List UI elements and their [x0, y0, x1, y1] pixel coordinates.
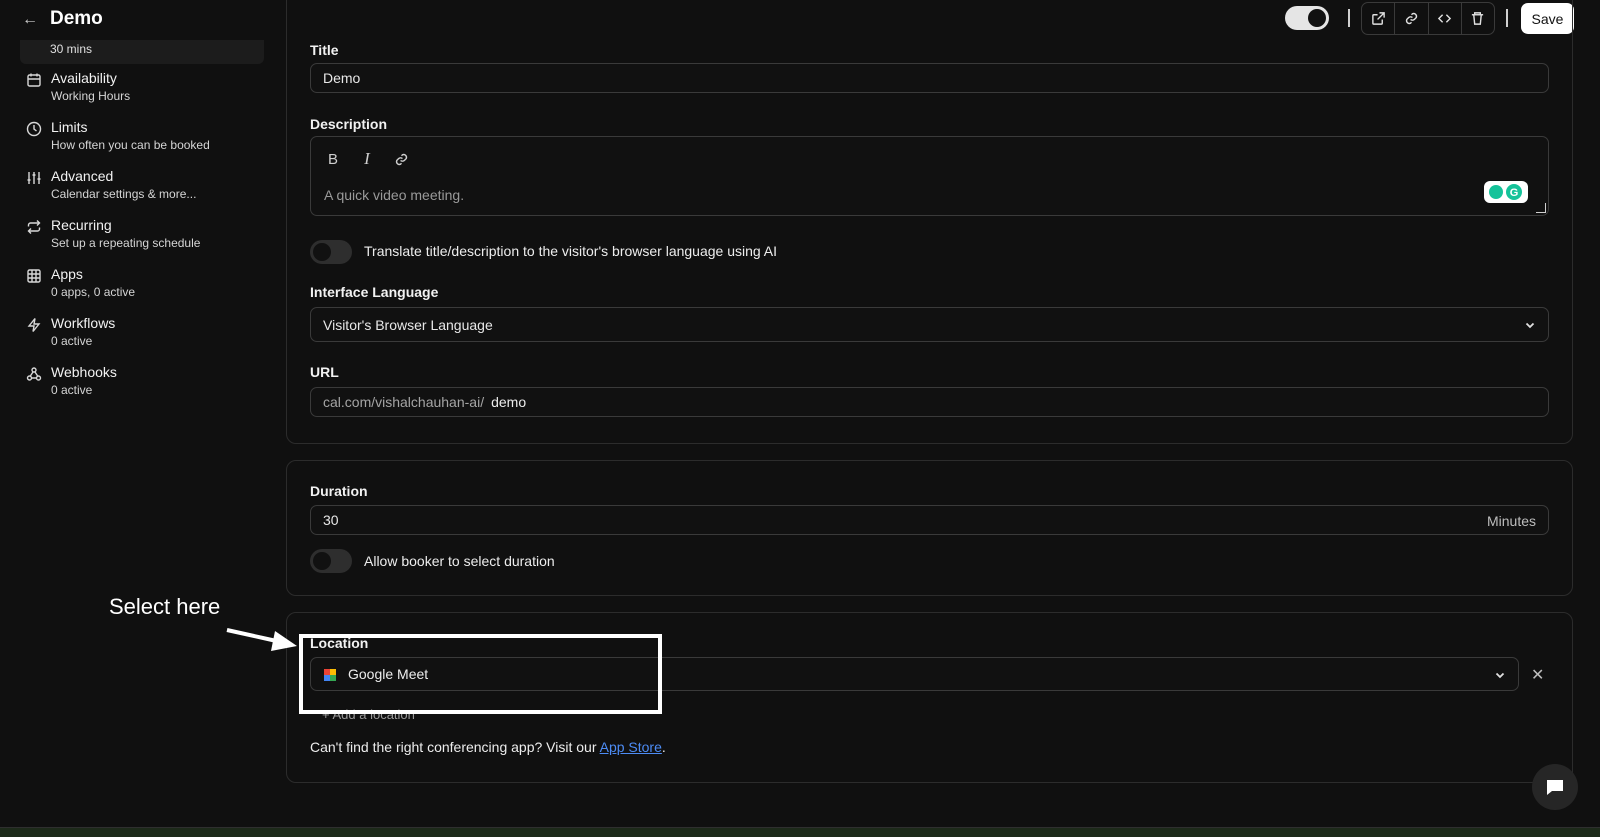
close-icon[interactable]: ✕ [1531, 665, 1544, 685]
zap-icon [27, 318, 41, 332]
interface-language-label: Interface Language [310, 284, 439, 300]
italic-icon[interactable]: I [357, 149, 377, 169]
page-title: Demo [50, 8, 103, 29]
sidebar-item-sub: How often you can be booked [51, 138, 210, 152]
title-input-value: Demo [323, 70, 361, 86]
sidebar-item-workflows[interactable]: Workflows 0 active [26, 315, 266, 355]
svg-text:G: G [1510, 187, 1519, 199]
help-text-end: . [661, 739, 666, 755]
translate-toggle[interactable] [310, 240, 352, 264]
conferencing-help-text: Can't find the right conferencing app? V… [310, 739, 666, 755]
chat-support-button[interactable] [1532, 764, 1578, 810]
sidebar-item-label: Availability [51, 70, 117, 86]
sidebar-item-apps[interactable]: Apps 0 apps, 0 active [26, 266, 266, 306]
description-placeholder: A quick video meeting. [324, 187, 465, 203]
sidebar-item-sub: 0 apps, 0 active [51, 285, 136, 299]
duration-input[interactable]: 30 Minutes [310, 505, 1549, 535]
sidebar-item-sub: 0 active [51, 334, 93, 348]
sidebar-item-advanced[interactable]: Advanced Calendar settings & more... [26, 168, 266, 208]
duration-value: 30 [323, 512, 339, 528]
sidebar-item-sub: Set up a repeating schedule [51, 236, 201, 250]
sidebar-item-availability[interactable]: Availability Working Hours [26, 70, 266, 110]
interface-language-select[interactable]: Visitor's Browser Language [310, 307, 1549, 342]
link-icon[interactable] [391, 149, 411, 169]
annotation-arrow-icon [226, 628, 297, 651]
os-taskbar [0, 827, 1600, 837]
bold-icon[interactable]: B [323, 149, 343, 169]
sliders-icon [27, 172, 41, 184]
grammarly-icon[interactable]: G [1484, 181, 1528, 203]
calendar-icon [27, 73, 41, 87]
sidebar-item-sub: Working Hours [51, 89, 131, 103]
sidebar-item-label: Apps [51, 266, 83, 282]
url-slug: demo [491, 394, 527, 410]
chevron-down-icon [1495, 672, 1505, 679]
annotation-text: Select here [109, 594, 221, 619]
back-arrow-icon[interactable]: ← [22, 10, 42, 30]
sidebar-item-sub: 0 active [51, 383, 93, 397]
sidebar-item-event-setup[interactable]: 30 mins [20, 40, 264, 64]
interface-language-value: Visitor's Browser Language [323, 316, 493, 333]
event-details-card: Title Demo Description B I A quick video… [286, 0, 1573, 444]
sidebar-item-webhooks[interactable]: Webhooks 0 active [26, 364, 266, 404]
chat-icon [1547, 780, 1563, 795]
translate-label: Translate title/description to the visit… [364, 243, 778, 259]
resize-handle-icon[interactable] [1536, 203, 1546, 213]
sidebar-item-label: Recurring [51, 217, 112, 233]
app-store-link[interactable]: App Store [600, 739, 662, 755]
duration-card: Duration 30 Minutes Allow booker to sele… [286, 460, 1573, 596]
annotation-highlight-box [299, 634, 662, 714]
repeat-icon [27, 220, 41, 234]
help-text: Can't find the right conferencing app? V… [310, 739, 597, 755]
toggle-knob [313, 243, 331, 261]
title-input[interactable]: Demo [310, 63, 1549, 93]
editor-toolbar: B I [323, 149, 411, 169]
sidebar-item-recurring[interactable]: Recurring Set up a repeating schedule [26, 217, 266, 257]
sidebar-item-label: Limits [51, 119, 88, 135]
sidebar-item-limits[interactable]: Limits How often you can be booked [26, 119, 266, 159]
sidebar-item-sub: Calendar settings & more... [51, 187, 197, 201]
sidebar-item-sub: 30 mins [50, 42, 93, 56]
url-input[interactable]: cal.com/vishalchauhan-ai/ demo [310, 387, 1549, 417]
chevron-down-icon [1525, 322, 1535, 329]
sidebar-item-label: Workflows [51, 315, 116, 331]
duration-label: Duration [310, 483, 368, 499]
url-prefix: cal.com/vishalchauhan-ai/ [323, 394, 485, 410]
grid-icon [27, 269, 41, 283]
clock-icon [26, 121, 42, 137]
duration-unit: Minutes [1486, 513, 1536, 529]
sidebar-item-label: Webhooks [51, 364, 117, 380]
description-label: Description [310, 116, 388, 132]
webhook-icon [26, 367, 42, 381]
toggle-knob [313, 552, 331, 570]
description-editor[interactable]: B I A quick video meeting. G [310, 136, 1549, 216]
allow-duration-toggle[interactable] [310, 549, 352, 573]
url-label: URL [310, 364, 339, 380]
allow-duration-label: Allow booker to select duration [364, 553, 555, 569]
sidebar-item-label: Advanced [51, 168, 114, 184]
title-label: Title [310, 42, 339, 58]
